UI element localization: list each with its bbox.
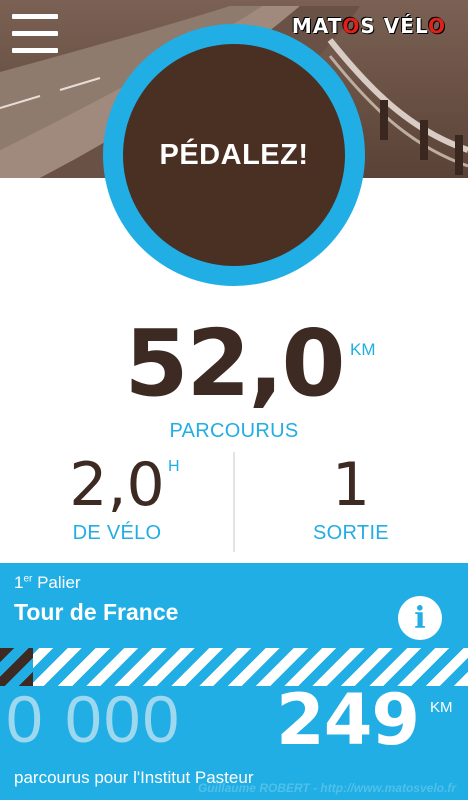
hours-stat: 2,0 DE VÉLO <box>0 450 234 560</box>
menu-bar <box>12 14 58 19</box>
hours-unit: H <box>168 458 180 475</box>
menu-bar <box>12 31 58 36</box>
info-glyph: i <box>414 600 426 636</box>
rides-label: SORTIE <box>313 522 389 544</box>
logo-part: O <box>427 14 446 38</box>
logo-part: O <box>342 14 361 38</box>
level-text: Palier <box>32 573 81 592</box>
rides-stat: 1 SORTIE <box>234 450 468 560</box>
counter-leading-zeros: 0 000 <box>6 682 182 756</box>
goal-panel: 1er Palier Tour de France i 0 000 249 KM… <box>0 563 468 800</box>
rides-value: 1 <box>331 450 371 520</box>
level-label: 1er Palier <box>14 573 81 593</box>
distance-unit: KM <box>350 340 376 359</box>
pedalez-button[interactable]: PÉDALEZ! <box>123 44 345 266</box>
hours-value: 2,0 <box>69 450 165 520</box>
pedalez-label: PÉDALEZ! <box>159 138 309 171</box>
goal-title: Tour de France <box>14 599 179 625</box>
distance-label: PARCOURUS <box>169 420 299 442</box>
matosvelo-logo: MATOS VÉLO <box>292 14 446 38</box>
photo-credit: Guillaume ROBERT - http://www.matosvelo.… <box>197 781 456 795</box>
logo-part: S V <box>360 14 401 38</box>
distance-stat: 52,0 KM <box>0 310 468 417</box>
logo-part: É <box>400 14 415 38</box>
distance-value: 52,0 <box>124 310 346 417</box>
info-icon[interactable]: i <box>398 596 442 640</box>
counter-value: 249 <box>276 679 420 761</box>
hamburger-menu-button[interactable] <box>12 14 58 54</box>
logo-part: MAT <box>291 14 343 38</box>
logo-part: L <box>414 14 428 38</box>
hours-label: DE VÉLO <box>72 522 162 544</box>
menu-bar <box>12 48 58 53</box>
counter-unit: KM <box>430 699 453 716</box>
